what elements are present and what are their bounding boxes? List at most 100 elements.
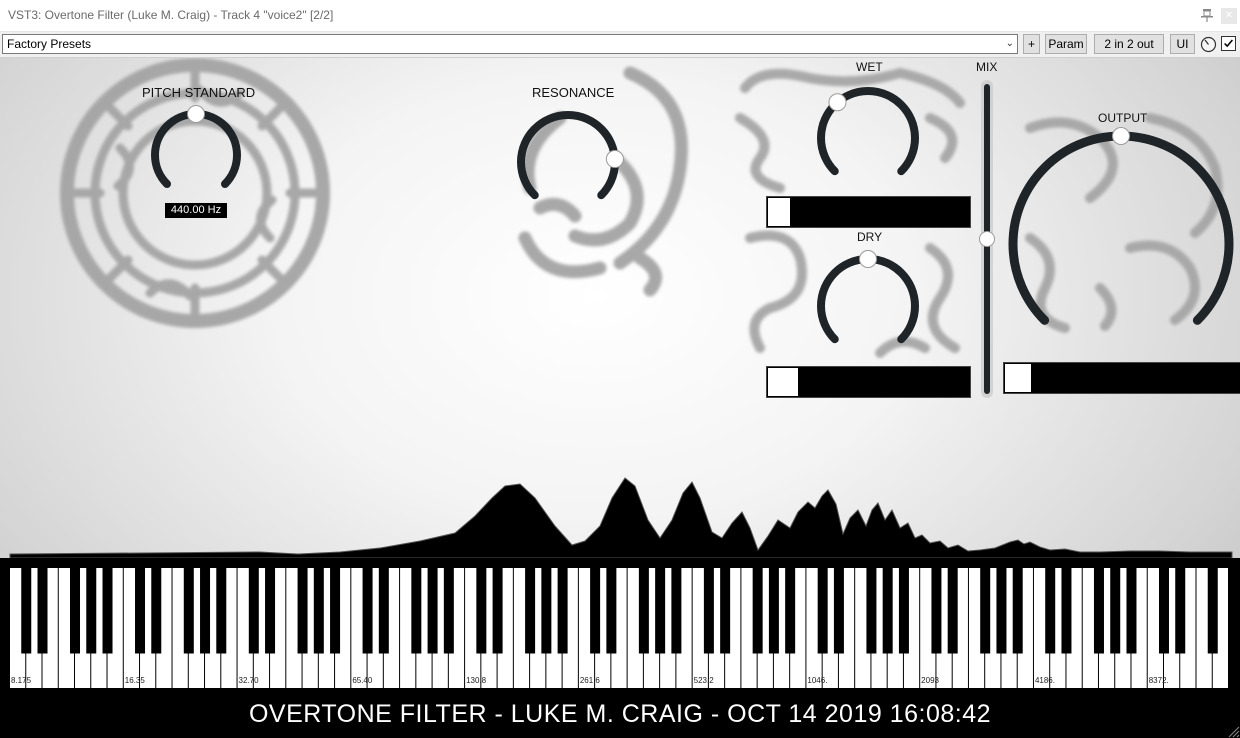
black-key[interactable] — [931, 567, 942, 654]
footer-text: OVERTONE FILTER - LUKE M. CRAIG - OCT 14… — [248, 700, 992, 728]
black-key[interactable] — [1045, 567, 1056, 654]
black-key[interactable] — [1093, 567, 1104, 654]
black-key[interactable] — [996, 567, 1007, 654]
black-key[interactable] — [1012, 567, 1023, 654]
black-key[interactable] — [1175, 567, 1186, 654]
black-key[interactable] — [671, 567, 682, 654]
title-bar: VST3: Overtone Filter (Luke M. Craig) - … — [0, 0, 1240, 32]
black-key[interactable] — [216, 567, 227, 654]
frequency-label: 4186. — [1035, 676, 1055, 685]
window-title: VST3: Overtone Filter (Luke M. Craig) - … — [8, 8, 334, 22]
black-key[interactable] — [882, 567, 893, 654]
frequency-label: 523.2 — [694, 676, 715, 685]
black-key[interactable] — [427, 567, 438, 654]
black-key[interactable] — [102, 567, 113, 654]
black-key[interactable] — [525, 567, 536, 654]
plugin-canvas: 8.175 16.35 32.70 65.40 130.8 261.6 523.2 1046.… — [0, 58, 1240, 738]
pin-icon[interactable] — [1199, 7, 1215, 23]
black-key[interactable] — [1126, 567, 1137, 654]
mix-label: MIX — [976, 60, 998, 74]
black-key[interactable] — [1061, 567, 1072, 654]
black-key[interactable] — [378, 567, 389, 654]
black-key[interactable] — [443, 567, 454, 654]
black-key[interactable] — [151, 567, 162, 654]
black-key[interactable] — [200, 567, 211, 654]
decorative-maze-texture — [518, 66, 688, 297]
frequency-label: 16.35 — [125, 676, 146, 685]
bypass-checkbox[interactable] — [1221, 36, 1236, 51]
toolbar: Factory Presets ⌄ + Param 2 in 2 out UI — [0, 32, 1240, 58]
black-key[interactable] — [1158, 567, 1169, 654]
wet-knob-icon[interactable] — [1200, 36, 1217, 53]
black-key[interactable] — [541, 567, 552, 654]
black-key[interactable] — [606, 567, 617, 654]
black-key[interactable] — [752, 567, 763, 654]
black-key[interactable] — [248, 567, 259, 654]
output-meter-fill — [1005, 364, 1032, 392]
dry-meter-fill — [768, 368, 799, 396]
black-key[interactable] — [557, 567, 568, 654]
wet-label: WET — [856, 60, 883, 74]
pitch-standard-value[interactable]: 440.00 Hz — [165, 203, 227, 218]
black-key[interactable] — [476, 567, 487, 654]
preset-dropdown[interactable]: Factory Presets ⌄ — [2, 34, 1018, 54]
black-key[interactable] — [655, 567, 666, 654]
spectrum-display — [9, 477, 1233, 559]
output-level-meter — [1003, 362, 1240, 394]
frequency-label: 261.6 — [580, 676, 601, 685]
black-key[interactable] — [330, 567, 341, 654]
decorative-maze-texture — [60, 58, 330, 328]
wet-knob[interactable] — [817, 87, 919, 176]
io-routing-button[interactable]: 2 in 2 out — [1094, 34, 1164, 54]
param-button[interactable]: Param — [1045, 34, 1087, 54]
wet-meter-fill — [768, 198, 791, 226]
close-icon[interactable]: ✕ — [1221, 8, 1237, 24]
black-key[interactable] — [768, 567, 779, 654]
black-key[interactable] — [297, 567, 308, 654]
black-key[interactable] — [492, 567, 503, 654]
frequency-label: 2093 — [921, 676, 939, 685]
plugin-window: VST3: Overtone Filter (Luke M. Craig) - … — [0, 0, 1240, 738]
black-key[interactable] — [37, 567, 48, 654]
black-key[interactable] — [590, 567, 601, 654]
black-key[interactable] — [720, 567, 731, 654]
black-key[interactable] — [183, 567, 194, 654]
chevron-down-icon: ⌄ — [1005, 38, 1014, 49]
dry-level-meter — [766, 366, 971, 398]
black-key[interactable] — [70, 567, 81, 654]
black-key[interactable] — [1207, 567, 1218, 654]
black-key[interactable] — [411, 567, 422, 654]
wet-level-meter — [766, 196, 971, 228]
ui-button[interactable]: UI — [1170, 34, 1195, 54]
resonance-label: RESONANCE — [532, 85, 615, 100]
black-key[interactable] — [785, 567, 796, 654]
black-key[interactable] — [638, 567, 649, 654]
black-key[interactable] — [313, 567, 324, 654]
frequency-label: 1046. — [807, 676, 827, 685]
black-key[interactable] — [703, 567, 714, 654]
black-key[interactable] — [1110, 567, 1121, 654]
preset-dropdown-value: Factory Presets — [7, 37, 92, 51]
dry-label: DRY — [857, 230, 883, 244]
black-key[interactable] — [135, 567, 146, 654]
footer-banner: OVERTONE FILTER - LUKE M. CRAIG - OCT 14… — [0, 688, 1240, 738]
add-preset-button[interactable]: + — [1023, 34, 1040, 54]
black-key[interactable] — [86, 567, 97, 654]
black-key[interactable] — [817, 567, 828, 654]
black-key[interactable] — [265, 567, 276, 654]
black-key[interactable] — [980, 567, 991, 654]
black-key[interactable] — [866, 567, 877, 654]
black-key[interactable] — [898, 567, 909, 654]
frequency-label: 65.40 — [352, 676, 373, 685]
dry-knob[interactable] — [817, 250, 919, 344]
mix-slider[interactable] — [979, 80, 995, 398]
resize-grip-icon[interactable] — [1226, 724, 1240, 738]
black-key[interactable] — [21, 567, 32, 654]
black-key[interactable] — [362, 567, 373, 654]
frequency-label: 8.175 — [11, 676, 32, 685]
piano-keyboard[interactable]: 8.175 16.35 32.70 65.40 130.8 261.6 523.2 1046.… — [0, 558, 1240, 688]
pitch-standard-knob[interactable] — [151, 105, 241, 188]
black-key[interactable] — [947, 567, 958, 654]
frequency-label: 8372. — [1149, 676, 1169, 685]
black-key[interactable] — [833, 567, 844, 654]
